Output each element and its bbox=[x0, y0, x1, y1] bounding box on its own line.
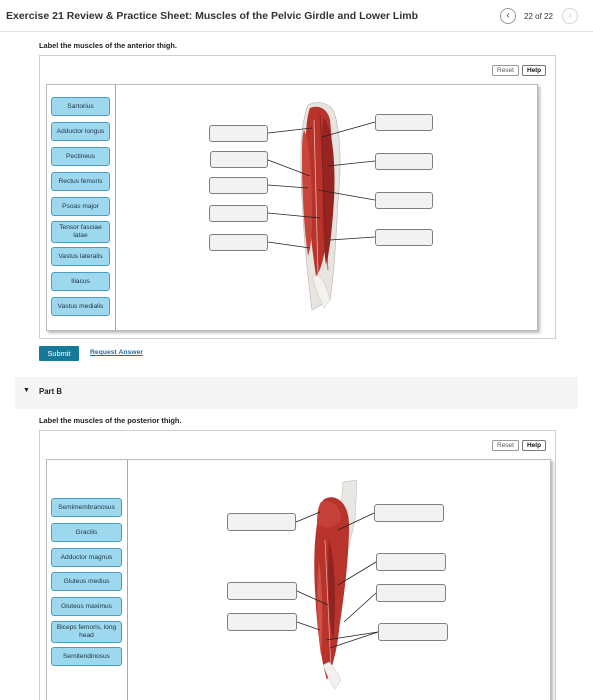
drop-target-b-right-3[interactable] bbox=[376, 584, 446, 602]
drop-target-b-right-4[interactable] bbox=[378, 623, 448, 641]
drop-target-b-left-2[interactable] bbox=[227, 582, 297, 600]
drop-target-b-left-1[interactable] bbox=[227, 513, 296, 531]
drop-target-b-right-1[interactable] bbox=[374, 504, 444, 522]
drop-target-b-right-2[interactable] bbox=[376, 553, 446, 571]
drop-target-b-left-3[interactable] bbox=[227, 613, 297, 631]
